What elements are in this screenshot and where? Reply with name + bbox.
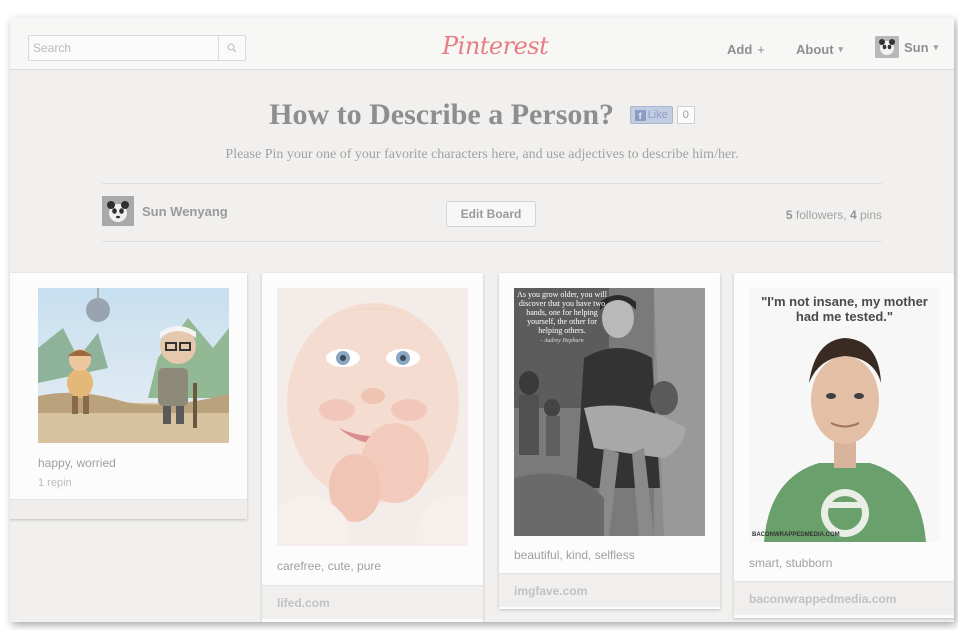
pin-image[interactable] [277, 288, 468, 546]
pin-image[interactable]: "I'm not insane, my mother had me tested… [749, 288, 940, 542]
add-label: Add [727, 42, 753, 57]
pinterest-logo[interactable]: Pinterest [442, 32, 549, 60]
edit-board-button[interactable]: Edit Board [446, 201, 536, 227]
like-label: Like [647, 109, 668, 122]
board-title: How to Describe a Person? f Like 0 [10, 96, 954, 132]
pin-source-link[interactable]: baconwrappedmedia.com [734, 581, 954, 615]
pin-footer [10, 499, 247, 519]
pin-source-link[interactable]: imgfave.com [499, 573, 720, 607]
pin-image[interactable] [38, 288, 229, 443]
pin-source-link[interactable]: lifed.com [262, 585, 483, 619]
about-menu[interactable]: About ▾ [796, 42, 843, 57]
panda-avatar-icon [875, 36, 899, 58]
chevron-down-icon: ▾ [838, 44, 844, 54]
divider [102, 241, 882, 242]
board-stats: 5 followers, 4 pins [786, 208, 882, 222]
pin-image[interactable]: As you grow older, you will discover tha… [514, 288, 705, 536]
owner-name[interactable]: Sun Wenyang [142, 204, 228, 219]
browser-frame: Pinterest Add + About ▾ Sun ▾ [10, 18, 954, 622]
divider [102, 183, 882, 184]
pin-card[interactable]: carefree, cute, pure lifed.com [262, 273, 483, 622]
search-box[interactable] [28, 35, 246, 61]
pin-image-quote: "I'm not insane, my mother had me tested… [761, 294, 928, 324]
plus-icon: + [757, 42, 765, 57]
pin-card[interactable]: "I'm not insane, my mother had me tested… [734, 273, 954, 618]
pin-caption: carefree, cute, pure [277, 559, 382, 573]
board-title-text: How to Describe a Person? [269, 98, 615, 132]
user-name: Sun [904, 39, 929, 55]
search-input[interactable] [29, 36, 219, 60]
facebook-icon: f [634, 109, 646, 121]
chevron-down-icon: ▾ [933, 41, 939, 52]
search-icon [227, 43, 237, 53]
pins-label: pins [859, 208, 882, 222]
facebook-like-button[interactable]: f Like [629, 106, 673, 125]
about-label: About [796, 42, 834, 57]
pin-card[interactable]: As you grow older, you will discover tha… [499, 273, 720, 609]
pin-caption: beautiful, kind, selfless [514, 548, 635, 562]
pins-count: 4 [849, 208, 857, 222]
pin-caption: smart, stubborn [749, 556, 833, 570]
repin-count: 1 repin [38, 477, 72, 489]
followers-count[interactable]: 5 [786, 208, 793, 222]
pin-card[interactable]: happy, worried 1 repin [10, 273, 247, 519]
board-description: Please Pin your one of your favorite cha… [225, 147, 739, 162]
pin-caption: happy, worried [38, 456, 116, 470]
add-menu[interactable]: Add + [727, 42, 765, 57]
board-owner[interactable]: Sun Wenyang [102, 196, 228, 226]
like-count: 0 [676, 106, 695, 125]
top-navbar: Pinterest Add + About ▾ Sun ▾ [10, 18, 954, 70]
facebook-like: f Like 0 [629, 106, 695, 125]
pin-image-quote: As you grow older, you will discover tha… [517, 290, 607, 344]
followers-label[interactable]: followers, [796, 208, 847, 222]
search-button[interactable] [218, 36, 245, 60]
pin-image-watermark: BACONWRAPPEDMEDIA.COM [752, 532, 840, 538]
user-menu[interactable]: Sun ▾ [875, 36, 938, 58]
avatar[interactable] [102, 196, 134, 226]
